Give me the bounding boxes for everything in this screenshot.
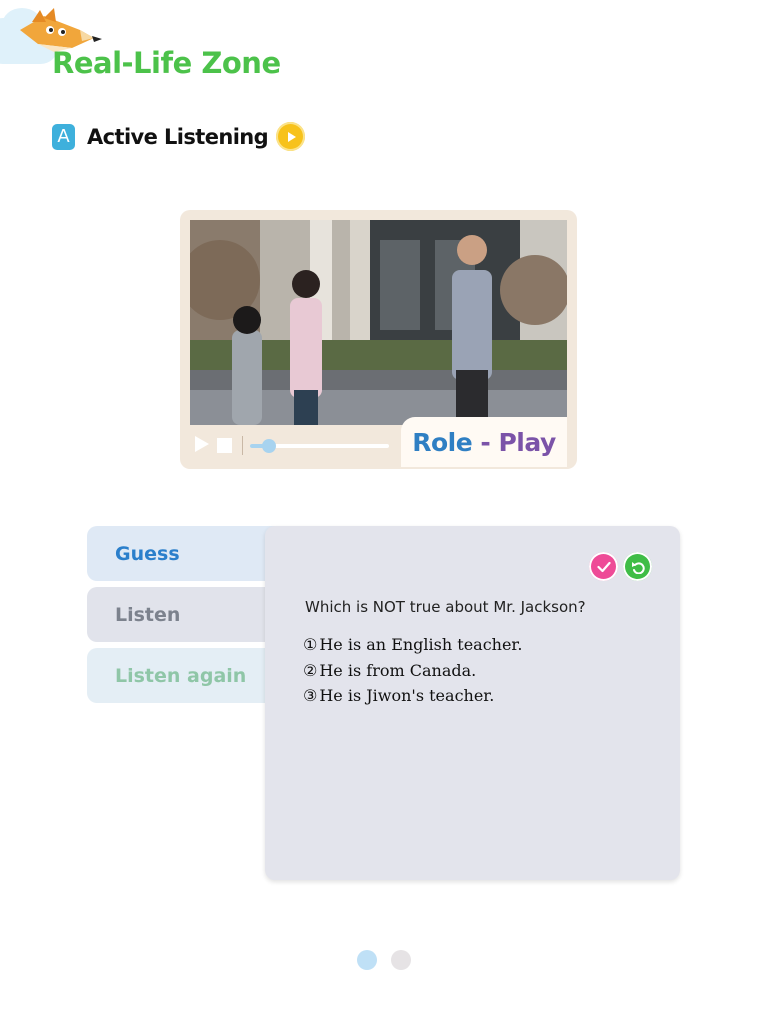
section-title: Active Listening (87, 124, 269, 149)
video-frame-image[interactable] (190, 220, 567, 425)
zone-title: Real-Life Zone (52, 46, 281, 80)
option-number: ① (303, 635, 318, 654)
role-play-play-text: Play (498, 427, 556, 457)
role-play-badge[interactable]: Role - Play (401, 417, 567, 467)
page-dot-2[interactable] (391, 950, 411, 970)
video-stop-icon[interactable] (217, 438, 232, 453)
question-text: Which is NOT true about Mr. Jackson? (305, 598, 586, 616)
section-header: A Active Listening (52, 122, 306, 151)
undo-icon (631, 561, 645, 574)
option-number: ② (303, 660, 318, 680)
tab-listen[interactable]: Listen (87, 587, 287, 642)
reset-button[interactable] (623, 552, 652, 581)
control-divider (242, 436, 243, 455)
option-text: He is an English teacher. (319, 635, 523, 654)
video-progress-handle[interactable] (262, 439, 276, 453)
option-text: He is Jiwon's teacher. (319, 686, 495, 705)
video-play-icon[interactable] (194, 435, 210, 453)
answer-options: ① He is an English teacher. ② He is from… (303, 632, 522, 709)
role-play-role-text: Role (412, 427, 473, 457)
video-player: Role - Play (180, 210, 577, 469)
tab-listen-again[interactable]: Listen again (87, 648, 287, 703)
page-dot-1[interactable] (357, 950, 377, 970)
tab-guess[interactable]: Guess (87, 526, 287, 581)
video-controls: Role - Play (190, 417, 567, 467)
check-icon (596, 561, 611, 572)
role-play-dash-text: - (480, 427, 491, 457)
option-text: He is from Canada. (319, 660, 477, 680)
play-audio-button[interactable] (276, 122, 306, 151)
question-panel: Which is NOT true about Mr. Jackson? ① H… (265, 526, 680, 880)
check-answer-button[interactable] (589, 552, 618, 581)
answer-option[interactable]: ① He is an English teacher. (303, 632, 522, 658)
answer-option[interactable]: ② He is from Canada. (303, 658, 522, 684)
section-letter-badge: A (52, 123, 75, 150)
play-icon (287, 131, 296, 142)
option-number: ③ (303, 686, 318, 705)
answer-option[interactable]: ③ He is Jiwon's teacher. (303, 683, 522, 709)
